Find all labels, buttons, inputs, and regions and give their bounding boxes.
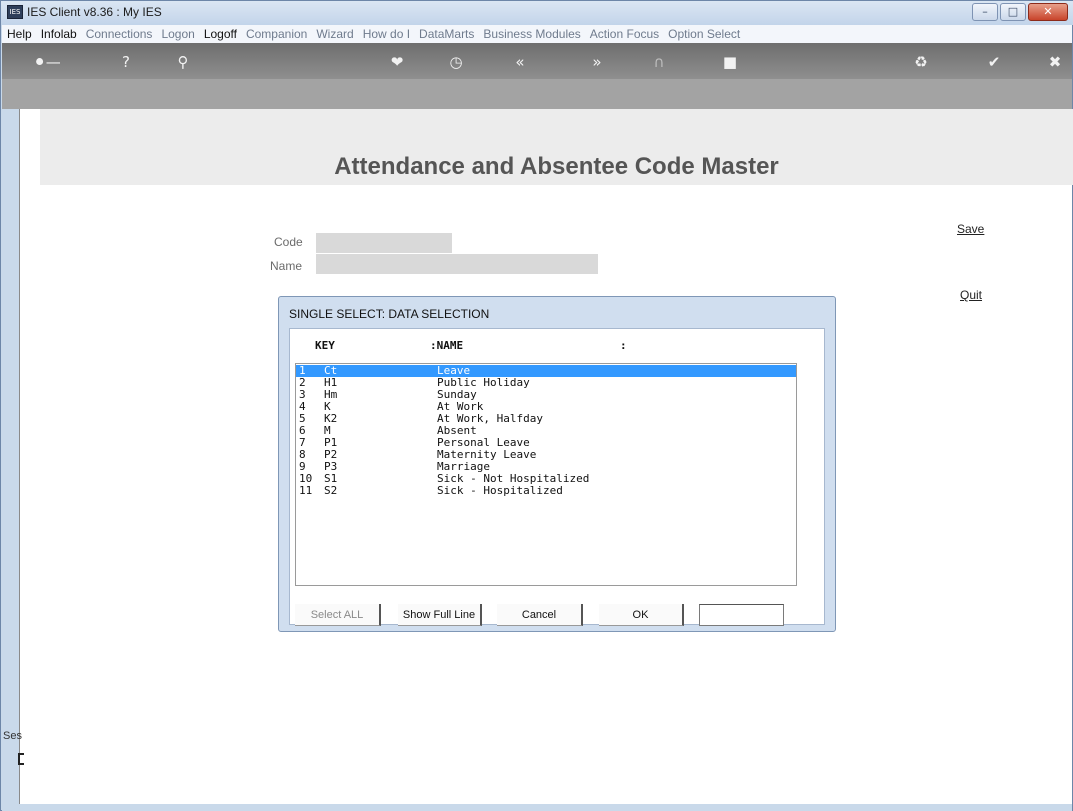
dialog-body: KEY :NAME : 1 Ct Leave 2 H1 Public Holiday 3 Hm… [289,328,825,626]
recycle-icon[interactable]: ♻ [912,53,930,71]
close-window-button[interactable]: ✕ [1028,3,1068,21]
save-link[interactable]: Save [957,222,984,236]
list-item-desc: Sick - Hospitalized [437,484,563,497]
heart-icon[interactable]: ❤ [388,53,406,71]
ies-app-icon: IES [7,5,23,19]
search-input[interactable] [699,604,784,626]
key-icon[interactable]: ⚫— [30,53,64,71]
trash-icon[interactable]: ∩ [650,53,668,71]
menu-item-logon[interactable]: Logon [161,27,194,41]
minimize-button[interactable]: – [972,3,998,21]
list-item[interactable]: 4 K At Work [296,401,796,413]
list-item[interactable]: 11 S2 Sick - Hospitalized [296,485,796,497]
menu-item-wizard[interactable]: Wizard [316,27,353,41]
col-key-header: KEY [315,339,335,352]
show-full-line-button[interactable]: Show Full Line [398,604,482,626]
menu-item-option-select[interactable]: Option Select [668,27,740,41]
ok-button[interactable]: OK [599,604,684,626]
window-title: IES Client v8.36 : My IES [27,5,162,19]
status-bar [2,804,1072,811]
code-field[interactable] [316,233,452,253]
menu-item-datamarts[interactable]: DataMarts [419,27,474,41]
header-band: Attendance and Absentee Code Master [40,109,1073,185]
menu-bar: Help Infolab Connections Logon Logoff Compani… [2,25,1072,43]
menu-item-help[interactable]: Help [7,27,32,41]
maximize-button[interactable]: □ [1000,3,1026,21]
back-icon[interactable]: « [509,53,531,71]
dialog-title: SINGLE SELECT: DATA SELECTION [289,307,490,321]
col-extra-header: : [620,339,627,352]
window-controls: – □ ✕ [972,3,1068,21]
selection-list[interactable]: 1 Ct Leave 2 H1 Public Holiday 3 Hm Sunday 4 K At W… [295,363,797,586]
session-marker [18,753,24,765]
page-title: Attendance and Absentee Code Master [334,153,779,180]
check-icon[interactable]: ✔ [985,53,1003,71]
list-item[interactable]: 3 Hm Sunday [296,389,796,401]
list-item[interactable]: 8 P2 Maternity Leave [296,449,796,461]
session-label: Ses [3,730,22,742]
name-label: Name [270,259,303,273]
quit-link[interactable]: Quit [960,288,982,302]
menu-item-action-focus[interactable]: Action Focus [590,27,659,41]
list-item[interactable]: 7 P1 Personal Leave [296,437,796,449]
forward-icon[interactable]: » [586,53,608,71]
search-icon[interactable]: ⚲ [174,53,192,71]
name-field[interactable] [316,254,598,274]
app-window: IES IES Client v8.36 : My IES – □ ✕ Help… [0,0,1073,811]
help-icon[interactable]: ? [117,53,135,71]
code-label: Code [274,235,303,249]
list-item[interactable]: 2 H1 Public Holiday [296,377,796,389]
menu-item-business-modules[interactable]: Business Modules [483,27,580,41]
close-icon[interactable]: ✖ [1046,53,1064,71]
list-item-code: S2 [324,484,338,497]
select-all-button[interactable]: Select ALL [295,604,381,626]
list-item[interactable]: 5 K2 At Work, Halfday [296,413,796,425]
toolbar: ⚫— ? ⚲ ❤ ◷ « » ∩ ■ ♻ ✔ ✖ [2,43,1072,109]
list-item[interactable]: 1 Ct Leave [296,365,796,377]
menu-item-infolab[interactable]: Infolab [41,27,77,41]
title-bar: IES IES Client v8.36 : My IES – □ ✕ [1,1,1073,25]
list-item-num: 11 [299,484,313,497]
menu-item-how-do-i[interactable]: How do I [363,27,410,41]
clock-icon[interactable]: ◷ [447,53,465,71]
stop-icon[interactable]: ■ [721,53,739,71]
menu-item-logoff[interactable]: Logoff [204,27,237,41]
selection-dialog: SINGLE SELECT: DATA SELECTION KEY :NAME … [278,296,836,632]
list-item[interactable]: 6 M Absent [296,425,796,437]
menu-item-connections[interactable]: Connections [86,27,153,41]
col-name-header: :NAME [430,339,464,352]
menu-item-companion[interactable]: Companion [246,27,307,41]
cancel-button[interactable]: Cancel [497,604,583,626]
